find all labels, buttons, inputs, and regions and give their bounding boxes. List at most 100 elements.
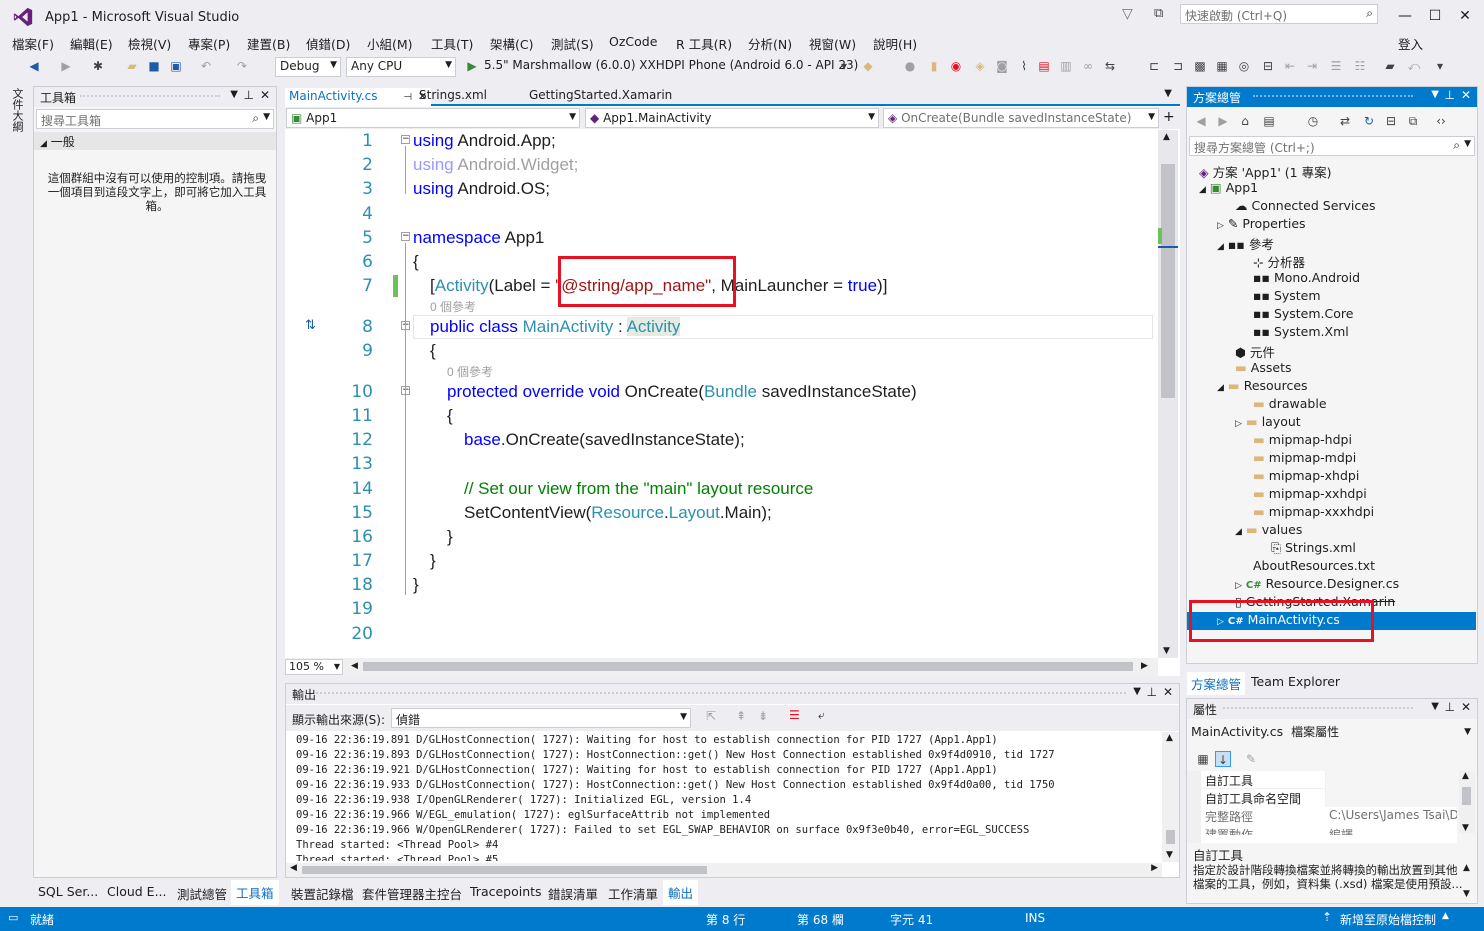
scroll-thumb[interactable] [1462,787,1471,805]
menu-project[interactable]: 專案(P) [188,34,230,53]
maximize-button[interactable]: ☐ [1420,4,1450,28]
tab-solution-explorer[interactable]: 方案總管 [1187,672,1246,695]
tree-item-mono-android[interactable]: ▪▪ Mono.Android [1253,270,1360,285]
menu-view[interactable]: 檢視(V) [128,34,171,53]
codelens-references[interactable]: 0 個參考 [430,298,476,315]
tab-package-manager-console[interactable]: 套件管理器主控台 [362,884,462,903]
tab-task-list[interactable]: 工作清單 [608,884,658,903]
sync-icon[interactable]: ⇄ [1337,113,1353,129]
scroll-up-icon[interactable]: ▲ [1462,771,1469,781]
close-icon[interactable]: ✕ [1461,700,1471,714]
scroll-down-icon[interactable]: ▼ [1463,889,1470,899]
output-text[interactable]: 09-16 22:36:19.891 D/GLHostConnection( 1… [296,733,1158,861]
breakpoint-icon[interactable]: ● [902,58,918,74]
undo-icon[interactable]: ↶ [198,58,214,74]
forward-icon[interactable]: ▶ [1215,113,1231,129]
tree-item-about-resources[interactable]: AboutResources.txt [1253,558,1375,573]
close-icon[interactable]: ✕ [260,88,270,102]
split-editor-button[interactable]: + [1163,109,1175,125]
toolbar-icon[interactable]: ⊐ [1170,58,1186,74]
zoom-select[interactable]: 105 % ▼ [285,659,343,675]
forward-icon[interactable]: ▶ [58,58,74,74]
redo-icon[interactable]: ↷ [234,58,250,74]
pin-icon[interactable]: ⊥ [1147,685,1157,699]
tree-item-analyzers[interactable]: ⊹ 分析器 [1253,252,1305,271]
menu-ozcode[interactable]: OzCode [609,34,657,49]
member-nav-select[interactable]: ◈ OnCreate(Bundle savedInstanceState) ▼ [883,108,1159,128]
toolbox-search-input[interactable]: 搜尋工具箱 ⌕ ▼ [36,109,274,129]
tree-item-project[interactable]: ◢ ▣ App1 [1199,180,1258,195]
tab-mainactivity-cs[interactable]: MainActivity.cs ⊣ ✕ [285,88,432,106]
properties-object-select[interactable]: MainActivity.cs 檔案屬性 [1191,723,1339,740]
toolbar-icon[interactable]: ∞ [1080,58,1096,74]
tab-getting-started[interactable]: GettingStarted.Xamarin [525,88,676,102]
tab-cloud-explorer[interactable]: Cloud E... [107,884,167,899]
tree-item-strings-xml[interactable]: ⎘ Strings.xml [1271,540,1356,556]
tree-item-system-xml[interactable]: ▪▪ System.Xml [1253,324,1349,339]
back-icon[interactable]: ◀ [1193,113,1209,129]
toolbar-icon[interactable]: ⇤ [1282,58,1298,74]
tree-item-resources[interactable]: ◢ ▬ Resources [1217,378,1308,393]
scroll-down-icon[interactable]: ▼ [1166,850,1173,860]
chevron-up-icon[interactable]: ▲ [1442,911,1449,921]
collapse-icon[interactable]: − [401,232,410,241]
toolbar-icon[interactable]: ◆ [860,58,876,74]
tab-team-explorer[interactable]: Team Explorer [1251,674,1340,689]
collapse-icon[interactable]: − [401,135,410,144]
tree-item-layout[interactable]: ▷ ▬ layout [1235,414,1301,429]
attach-icon[interactable]: ⌇ [1016,58,1032,74]
toolbar-icon[interactable]: ⊟ [1260,58,1276,74]
overflow-icon[interactable]: ▾ [1432,58,1448,74]
bookmark-icon[interactable]: ▮ [926,58,942,74]
camera-icon[interactable]: ◙ [994,58,1010,74]
scroll-up-icon[interactable]: ▲ [1163,132,1170,142]
show-all-files-icon[interactable]: ⧉ [1405,113,1421,129]
platform-select[interactable]: Any CPU ▼ [346,57,456,77]
project-nav-select[interactable]: ▣ App1 ▼ [286,108,580,128]
scroll-right-icon[interactable]: ▶ [1141,661,1148,671]
configuration-select[interactable]: Debug ▼ [275,57,341,77]
wrench-icon[interactable]: ✎ [1243,751,1259,767]
clear-all-icon[interactable]: ☰ [789,708,800,722]
toolbar-icon[interactable]: ◎ [1236,58,1252,74]
scroll-up-icon[interactable]: ▲ [1463,863,1470,873]
pin-icon[interactable]: ⊣ [403,92,412,103]
chevron-down-icon[interactable]: ▼ [1431,89,1439,100]
toolbar-icon[interactable]: ☰ [1328,58,1344,74]
tree-item-connected-services[interactable]: ☁ Connected Services [1235,198,1375,213]
menu-team[interactable]: 小組(M) [367,34,413,53]
chevron-down-icon[interactable]: ▼ [1133,686,1141,697]
toolbox-group-general[interactable]: ◢ 一般 [34,132,276,150]
save-icon[interactable]: ■ [146,58,162,74]
quick-launch-input[interactable]: 快速啟動 (Ctrl+Q) ⌕ [1180,4,1378,24]
find-icon[interactable]: ◉ [948,58,964,74]
add-to-source-control-button[interactable]: 新增至原始檔控制 [1340,911,1436,928]
tree-item-mipmap-hdpi[interactable]: ▬ mipmap-hdpi [1253,432,1352,447]
tab-test-explorer[interactable]: 測試總管 [177,884,227,903]
pin-icon[interactable]: ⊥ [1445,88,1455,102]
menu-analyze[interactable]: 分析(N) [748,34,792,53]
save-all-icon[interactable]: ▣ [168,58,184,74]
menu-build[interactable]: 建置(B) [247,34,290,53]
alphabetical-icon[interactable]: ↓ [1215,751,1231,767]
tab-overflow-icon[interactable]: ▼ [1160,88,1176,99]
chevron-down-icon[interactable]: ▼ [1464,727,1471,737]
output-horizontal-scrollbar[interactable]: ◀ ▶ [286,863,1162,877]
close-icon[interactable]: ✕ [1163,685,1173,699]
close-window-button[interactable]: ✕ [1450,4,1480,28]
scroll-left-icon[interactable]: ◀ [290,863,297,873]
go-to-location-icon[interactable]: ⇱ [706,709,716,723]
tab-error-list[interactable]: 錯誤清單 [548,884,598,903]
close-icon[interactable]: ✕ [1461,88,1471,102]
tab-output[interactable]: 輸出 [663,880,699,905]
pending-changes-icon[interactable]: ◷ [1305,113,1321,129]
toolbar-icon[interactable]: ☷ [1352,58,1368,74]
pin-icon[interactable]: ⊥ [244,88,254,102]
start-debug-icon[interactable]: ▶ [464,58,480,74]
tree-item-components[interactable]: ⬢ 元件 [1235,342,1275,361]
switch-views-icon[interactable]: ▤ [1261,113,1277,129]
codelens-references[interactable]: 0 個參考 [447,363,493,380]
chevron-down-icon[interactable]: ▼ [1464,139,1471,149]
tree-item-mipmap-xxhdpi[interactable]: ▬ mipmap-xxhdpi [1253,486,1367,501]
tree-item-assets[interactable]: ▬ Assets [1235,360,1291,375]
